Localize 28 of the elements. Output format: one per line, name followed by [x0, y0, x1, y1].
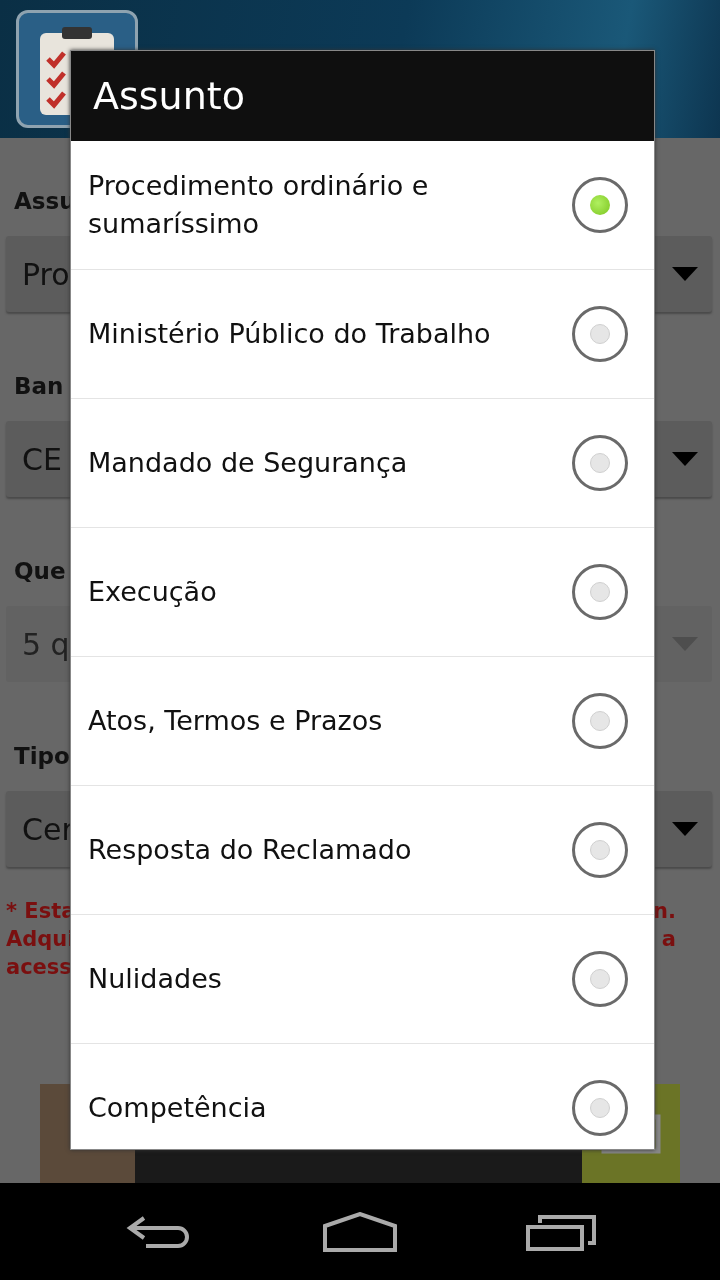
radio-option[interactable]: Procedimento ordinário e sumaríssimo	[71, 141, 654, 270]
radio-option[interactable]: Atos, Termos e Prazos	[71, 657, 654, 786]
radio-button[interactable]	[572, 306, 628, 362]
notice-text: acess	[6, 954, 73, 981]
radio-option[interactable]: Nulidades	[71, 915, 654, 1044]
recent-apps-icon[interactable]	[525, 1212, 596, 1251]
radio-option[interactable]: Mandado de Segurança	[71, 399, 654, 528]
radio-button[interactable]	[572, 951, 628, 1007]
dropdown-caret-icon	[672, 822, 698, 836]
radio-option[interactable]: Competência	[71, 1044, 654, 1149]
dropdown-caret-icon	[672, 267, 698, 281]
radio-button[interactable]	[572, 564, 628, 620]
notice-text: n.	[653, 898, 676, 925]
dropdown-caret-icon	[672, 452, 698, 466]
radio-button[interactable]	[572, 435, 628, 491]
dialog-title: Assunto	[71, 51, 654, 141]
field-label: Tipo	[14, 742, 71, 771]
radio-button[interactable]	[572, 177, 628, 233]
radio-option[interactable]: Resposta do Reclamado	[71, 786, 654, 915]
radio-button[interactable]	[572, 693, 628, 749]
notice-text: a	[660, 926, 676, 953]
radio-button[interactable]	[572, 822, 628, 878]
radio-option[interactable]: Ministério Público do Trabalho	[71, 270, 654, 399]
field-label: Ban	[14, 372, 65, 401]
radio-option[interactable]: Execução	[71, 528, 654, 657]
radio-button[interactable]	[572, 1080, 628, 1136]
home-icon[interactable]	[323, 1211, 397, 1252]
field-label: Que	[14, 557, 67, 586]
